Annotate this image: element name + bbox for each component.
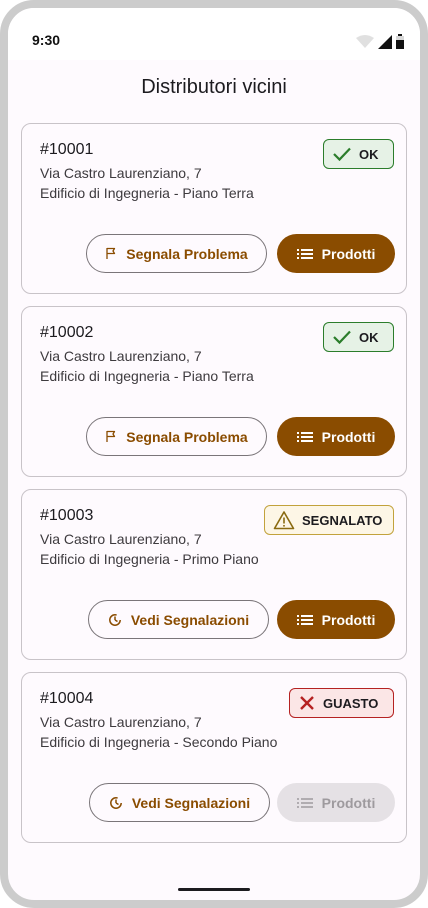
status-badge: GUASTO [289,688,394,718]
machine-card: #10004 Via Castro Laurenziano, 7 Edificio … [21,672,407,843]
status-badge: OK [323,139,394,169]
system-icons [356,34,404,49]
products-button[interactable]: Prodotti [277,234,395,273]
status-badge: OK [323,322,394,352]
view-reports-button[interactable]: Vedi Segnalazioni [89,783,270,822]
button-label: Segnala Problema [126,428,248,445]
cellular-signal-icon [378,34,392,49]
products-button: Prodotti [277,783,395,822]
machine-id: #10003 [40,507,94,524]
machine-address: Via Castro Laurenziano, 7 [40,165,202,181]
machine-address: Via Castro Laurenziano, 7 [40,348,202,364]
report-problem-button[interactable]: Segnala Problema [86,234,267,273]
status-label: OK [359,146,379,162]
machine-id: #10002 [40,324,94,341]
machine-card: #10003 Via Castro Laurenziano, 7 Edificio … [21,489,407,660]
page-title: Distributori vicini [141,76,287,98]
machine-location: Edificio di Ingegneria - Piano Terra [40,185,254,201]
status-label: GUASTO [323,695,379,711]
status-time: 9:30 [32,32,61,48]
check-icon [332,146,352,162]
list-icon [296,248,313,260]
report-problem-button[interactable]: Segnala Problema [86,417,267,456]
button-label: Segnala Problema [126,245,248,262]
view-reports-button[interactable]: Vedi Segnalazioni [88,600,269,639]
products-button[interactable]: Prodotti [277,417,395,456]
status-label: OK [359,329,379,345]
button-label: Prodotti [321,428,376,445]
machine-card: #10001 Via Castro Laurenziano, 7 Edificio … [21,123,407,294]
close-icon [298,694,316,712]
machine-address: Via Castro Laurenziano, 7 [40,531,202,547]
button-label: Prodotti [321,794,376,811]
status-badge: SEGNALATO [264,505,394,535]
flag-icon [105,430,117,443]
machine-location: Edificio di Ingegneria - Primo Piano [40,551,259,567]
button-label: Prodotti [321,611,376,628]
list-icon [296,797,313,809]
machine-id: #10004 [40,690,94,707]
button-label: Vedi Segnalazioni [131,794,251,811]
list-icon [296,614,313,626]
machine-location: Edificio di Ingegneria - Secondo Piano [40,734,278,750]
machine-id: #10001 [40,141,94,158]
wifi-icon [356,34,374,48]
button-label: Vedi Segnalazioni [130,611,250,628]
list-icon [296,431,313,443]
machine-location: Edificio di Ingegneria - Piano Terra [40,368,254,384]
products-button[interactable]: Prodotti [277,600,395,639]
check-icon [332,329,352,345]
status-label: SEGNALATO [302,512,383,528]
history-icon [108,613,122,627]
button-label: Prodotti [321,245,376,262]
warning-icon [273,510,295,530]
history-icon [109,796,123,810]
machine-card: #10002 Via Castro Laurenziano, 7 Edificio … [21,306,407,477]
status-bar: 9:30 [8,8,420,60]
machine-address: Via Castro Laurenziano, 7 [40,714,202,730]
phone-frame: 9:30 Distributori vicini #10001 Via Castr… [0,0,428,908]
flag-icon [105,247,117,260]
home-indicator[interactable] [178,888,250,891]
battery-icon [396,34,404,49]
